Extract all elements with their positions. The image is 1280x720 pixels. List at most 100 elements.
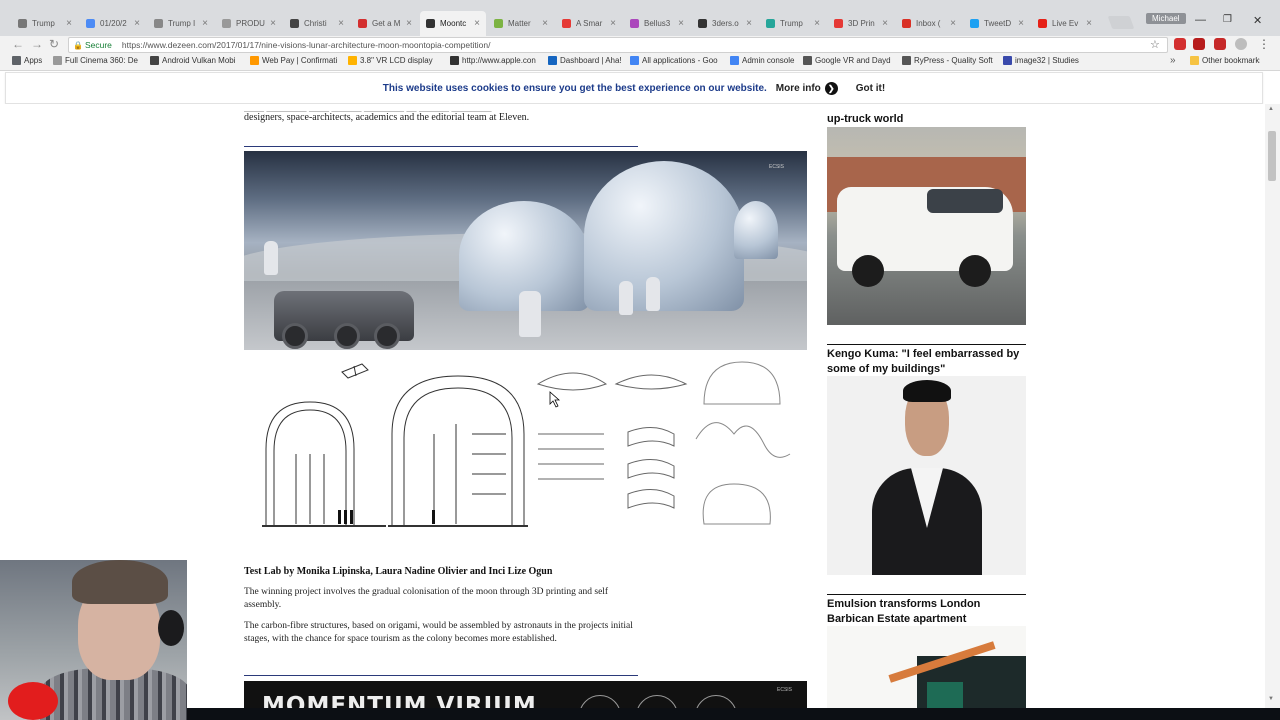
sidebar-story-title[interactable]: Emulsion transforms London Barbican Esta… <box>827 597 1027 627</box>
browser-tab[interactable]: Matter × <box>488 11 554 36</box>
scrollbar-thumb[interactable] <box>1268 131 1276 181</box>
adblock-extension-icon[interactable] <box>1174 38 1186 50</box>
bookmark-star-icon[interactable]: ☆ <box>1150 38 1160 51</box>
browser-tab[interactable]: Trump × <box>12 11 78 36</box>
scroll-down-icon[interactable]: ▼ <box>1268 696 1274 702</box>
tab-close-icon[interactable]: × <box>814 18 820 29</box>
truck-windshield <box>927 189 1003 213</box>
close-window-icon[interactable]: ✕ <box>1253 14 1262 27</box>
bookmark-item[interactable]: http://www.apple.con <box>450 56 544 65</box>
profile-badge[interactable]: Michael <box>1146 13 1186 24</box>
bookmark-item[interactable]: Android Vulkan Mobi <box>150 56 246 65</box>
browser-tab[interactable]: TweetD × <box>964 11 1030 36</box>
bookmark-item[interactable]: Full Cinema 360: De <box>53 56 145 65</box>
tab-close-icon[interactable]: × <box>950 18 956 29</box>
new-tab-button[interactable] <box>1107 16 1135 29</box>
browser-tab[interactable]: PRODU × <box>216 11 282 36</box>
tab-close-icon[interactable]: × <box>678 18 684 29</box>
tab-close-icon[interactable]: × <box>406 18 412 29</box>
tab-favicon-icon <box>86 19 95 28</box>
bookmark-item[interactable]: Dashboard | Aha! <box>548 56 626 65</box>
bookmark-item[interactable]: image32 | Studies <box>1003 56 1095 65</box>
tab-close-icon[interactable]: × <box>882 18 888 29</box>
astronaut-figure <box>519 291 541 337</box>
apartment-door <box>927 682 963 708</box>
kengo-kuma-portrait[interactable] <box>827 376 1026 575</box>
minimize-icon[interactable]: — <box>1195 14 1206 26</box>
tab-favicon-icon <box>562 19 571 28</box>
image-watermark: ECSIS <box>777 687 793 693</box>
scroll-up-icon[interactable]: ▲ <box>1268 106 1274 112</box>
bookmark-label: Full Cinema 360: De <box>65 56 138 65</box>
browser-tab[interactable]: 01/20/2 × <box>80 11 146 36</box>
truck-wheel <box>852 255 884 287</box>
os-taskbar <box>0 708 1280 720</box>
bookmark-item[interactable]: Other bookmarks <box>1190 56 1260 65</box>
browser-tab[interactable]: Get a M × <box>352 11 418 36</box>
sidebar-story-title[interactable]: Kengo Kuma: "I feel embarrassed by some … <box>827 347 1027 377</box>
bookmark-label: Dashboard | Aha! <box>560 56 622 65</box>
browser-tab[interactable]: 3ders.o × <box>692 11 758 36</box>
pdf-extension-icon[interactable] <box>1193 38 1205 50</box>
bookmark-item[interactable]: Apps <box>12 56 48 65</box>
architectural-drawings[interactable] <box>244 354 807 544</box>
browser-tab[interactable]: 3D Prin × <box>828 11 894 36</box>
more-info-link[interactable]: More info ❯ <box>776 81 838 95</box>
address-bar[interactable]: 🔒 Secure https://www.dezeen.com/2017/01/… <box>68 37 1168 53</box>
sidebar-story-title[interactable]: up-truck world <box>827 112 1027 127</box>
cookie-banner: This website uses cookies to ensure you … <box>5 72 1263 104</box>
intro-paragraph: —— ———— —— ——— ———— — ——— ———— designers… <box>244 106 664 124</box>
page-scrollbar[interactable]: ▲ ▼ <box>1265 104 1280 708</box>
browser-tab[interactable]: Inbox (× <box>896 11 962 36</box>
reload-icon[interactable]: ↻ <box>49 37 59 51</box>
bookmark-label: Apps <box>24 56 43 65</box>
bookmark-item[interactable]: 3.8" VR LCD display <box>348 56 446 65</box>
tab-close-icon[interactable]: × <box>270 18 276 29</box>
bookmark-favicon-icon <box>630 56 639 65</box>
tab-close-icon[interactable]: × <box>134 18 140 29</box>
browser-tab[interactable]: Bellus3 × <box>624 11 690 36</box>
tab-title: Christi <box>304 19 327 28</box>
tab-close-icon[interactable]: × <box>66 18 72 29</box>
cookie-message: This website uses cookies to ensure you … <box>382 82 767 94</box>
bookmark-item[interactable]: Admin console <box>730 56 798 65</box>
browser-tab[interactable]: Live Ev × <box>1032 11 1098 36</box>
forward-icon[interactable]: → <box>31 37 43 51</box>
apartment-photo[interactable] <box>827 626 1026 708</box>
truck-wheel <box>959 255 991 287</box>
browser-tab[interactable]: Christi × <box>284 11 350 36</box>
astronaut-figure <box>264 241 278 275</box>
tab-close-icon[interactable]: × <box>1086 18 1092 29</box>
bookmark-item[interactable]: Google VR and Dayd <box>803 56 899 65</box>
browser-tab[interactable]: Moontc × <box>420 11 486 36</box>
extension-icon[interactable] <box>1214 38 1226 50</box>
tab-title: Live Ev <box>1052 19 1079 28</box>
got-it-button[interactable]: Got it! <box>856 83 885 94</box>
section-drawing-left <box>262 401 386 527</box>
bookmarks-overflow-icon[interactable]: » <box>1170 55 1176 66</box>
image-watermark: ECSIS <box>769 164 785 170</box>
browser-tab[interactable]: Trump I × <box>148 11 214 36</box>
tab-close-icon[interactable]: × <box>202 18 208 29</box>
extension-icon-gray[interactable] <box>1235 38 1247 50</box>
tab-close-icon[interactable]: × <box>1018 18 1024 29</box>
tab-close-icon[interactable]: × <box>610 18 616 29</box>
back-icon[interactable]: ← <box>12 37 24 51</box>
bookmark-item[interactable]: Web Pay | Confirmati <box>250 56 344 65</box>
moon-colony-render[interactable]: ECSIS <box>244 151 807 350</box>
browser-tab[interactable]: Trump × <box>760 11 826 36</box>
satellite-sketch <box>341 363 369 379</box>
pickup-truck-photo[interactable] <box>827 127 1026 325</box>
bookmark-item[interactable]: RyPress - Quality Soft <box>902 56 1000 65</box>
bookmark-label: RyPress - Quality Soft <box>914 56 993 65</box>
tab-close-icon[interactable]: × <box>542 18 548 29</box>
tab-close-icon[interactable]: × <box>474 18 480 29</box>
restore-icon[interactable]: ❐ <box>1223 14 1232 25</box>
tab-close-icon[interactable]: × <box>338 18 344 29</box>
momentum-virium-image[interactable]: MOMENTUM VIRIUM ECSIS <box>244 681 807 708</box>
browser-menu-icon[interactable]: ⋮ <box>1258 37 1270 51</box>
browser-tab[interactable]: A Smar × <box>556 11 622 36</box>
bookmark-item[interactable]: All applications - Goo <box>630 56 726 65</box>
tab-close-icon[interactable]: × <box>746 18 752 29</box>
url-text[interactable]: https://www.dezeen.com/2017/01/17/nine-v… <box>122 40 491 50</box>
